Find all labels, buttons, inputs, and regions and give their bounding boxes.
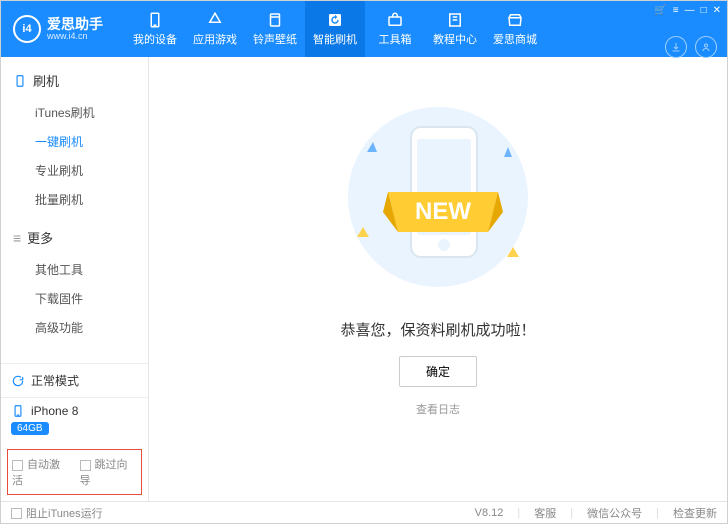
user-icon bbox=[700, 41, 712, 53]
nav-label: 爱思商城 bbox=[493, 31, 537, 47]
phone-icon bbox=[11, 404, 25, 418]
version-label: V8.12 bbox=[475, 507, 504, 519]
footer: 阻止iTunes运行 V8.12 | 客服 | 微信公众号 | 检查更新 bbox=[1, 501, 727, 523]
footer-label: 阻止iTunes运行 bbox=[26, 508, 103, 520]
storage-badge: 64GB bbox=[11, 422, 49, 435]
app-name: 爱思助手 bbox=[47, 17, 103, 31]
list-icon: ≡ bbox=[13, 230, 21, 246]
top-nav: 我的设备 应用游戏 铃声壁纸 智能刷机 工具箱 教程中心 爱思商城 bbox=[125, 1, 545, 57]
refresh-icon bbox=[11, 374, 25, 388]
sidebar-item-pro-flash[interactable]: 专业刷机 bbox=[1, 156, 148, 185]
phone-icon bbox=[13, 74, 27, 88]
nav-store[interactable]: 爱思商城 bbox=[485, 1, 545, 57]
sidebar-device[interactable]: iPhone 8 64GB bbox=[1, 397, 148, 445]
app-logo: i4 爱思助手 www.i4.cn bbox=[1, 15, 115, 43]
sidebar-status[interactable]: 正常模式 bbox=[1, 363, 148, 397]
view-log-link[interactable]: 查看日志 bbox=[416, 401, 460, 417]
nav-label: 铃声壁纸 bbox=[253, 31, 297, 47]
sidebar-options-box: 自动激活 跳过向导 bbox=[7, 449, 142, 495]
sidebar-item-itunes-flash[interactable]: iTunes刷机 bbox=[1, 98, 148, 127]
cart-icon[interactable]: 🛒 bbox=[654, 5, 666, 16]
nav-tutorials[interactable]: 教程中心 bbox=[425, 1, 485, 57]
nav-my-device[interactable]: 我的设备 bbox=[125, 1, 185, 57]
logo-badge: i4 bbox=[13, 15, 41, 43]
section-title: 更多 bbox=[27, 228, 53, 247]
window-controls: 🛒 ≡ — □ ✕ bbox=[654, 5, 721, 16]
footer-link-support[interactable]: 客服 bbox=[534, 505, 556, 521]
nav-apps[interactable]: 应用游戏 bbox=[185, 1, 245, 57]
sidebar-item-other-tools[interactable]: 其他工具 bbox=[1, 255, 148, 284]
book-icon bbox=[446, 11, 464, 29]
device-icon bbox=[146, 11, 164, 29]
sidebar-item-batch-flash[interactable]: 批量刷机 bbox=[1, 185, 148, 214]
minimize-icon[interactable]: — bbox=[685, 5, 695, 16]
main-content: NEW 恭喜您，保资料刷机成功啦！ 确定 查看日志 bbox=[149, 57, 727, 501]
nav-label: 智能刷机 bbox=[313, 31, 357, 47]
ok-button[interactable]: 确定 bbox=[399, 356, 477, 387]
nav-label: 教程中心 bbox=[433, 31, 477, 47]
refresh-icon bbox=[326, 11, 344, 29]
apps-icon bbox=[206, 11, 224, 29]
music-icon bbox=[266, 11, 284, 29]
store-icon bbox=[506, 11, 524, 29]
success-message: 恭喜您，保资料刷机成功啦！ bbox=[340, 319, 535, 340]
user-button[interactable] bbox=[695, 36, 717, 58]
app-url: www.i4.cn bbox=[47, 31, 103, 41]
close-icon[interactable]: ✕ bbox=[713, 5, 721, 16]
option-auto-activate[interactable]: 自动激活 bbox=[12, 456, 70, 488]
nav-label: 应用游戏 bbox=[193, 31, 237, 47]
success-illustration: NEW bbox=[333, 97, 543, 297]
nav-label: 工具箱 bbox=[379, 31, 412, 47]
section-title: 刷机 bbox=[33, 71, 59, 90]
device-name: iPhone 8 bbox=[31, 404, 78, 418]
nav-ringtones[interactable]: 铃声壁纸 bbox=[245, 1, 305, 57]
new-banner-text: NEW bbox=[415, 198, 471, 225]
download-icon bbox=[670, 41, 682, 53]
block-itunes-checkbox[interactable]: 阻止iTunes运行 bbox=[11, 505, 103, 521]
download-button[interactable] bbox=[665, 36, 687, 58]
status-label: 正常模式 bbox=[31, 372, 79, 389]
nav-label: 我的设备 bbox=[133, 31, 177, 47]
header-right-buttons bbox=[655, 19, 727, 75]
sidebar-section-more: ≡ 更多 bbox=[1, 222, 148, 253]
footer-link-wechat[interactable]: 微信公众号 bbox=[587, 505, 642, 521]
maximize-icon[interactable]: □ bbox=[701, 5, 707, 16]
sidebar-item-oneclick-flash[interactable]: 一键刷机 bbox=[1, 127, 148, 156]
option-skip-guide[interactable]: 跳过向导 bbox=[80, 456, 138, 488]
sidebar-section-flash: 刷机 bbox=[1, 65, 148, 96]
sidebar: 刷机 iTunes刷机 一键刷机 专业刷机 批量刷机 ≡ 更多 其他工具 下载固… bbox=[1, 57, 149, 501]
menu-icon[interactable]: ≡ bbox=[673, 5, 679, 16]
nav-flash[interactable]: 智能刷机 bbox=[305, 1, 365, 57]
footer-link-update[interactable]: 检查更新 bbox=[673, 505, 717, 521]
app-header: i4 爱思助手 www.i4.cn 我的设备 应用游戏 铃声壁纸 智能刷机 工具… bbox=[1, 1, 727, 57]
toolbox-icon bbox=[386, 11, 404, 29]
nav-toolbox[interactable]: 工具箱 bbox=[365, 1, 425, 57]
sidebar-item-advanced[interactable]: 高级功能 bbox=[1, 313, 148, 342]
sidebar-item-download-firmware[interactable]: 下载固件 bbox=[1, 284, 148, 313]
